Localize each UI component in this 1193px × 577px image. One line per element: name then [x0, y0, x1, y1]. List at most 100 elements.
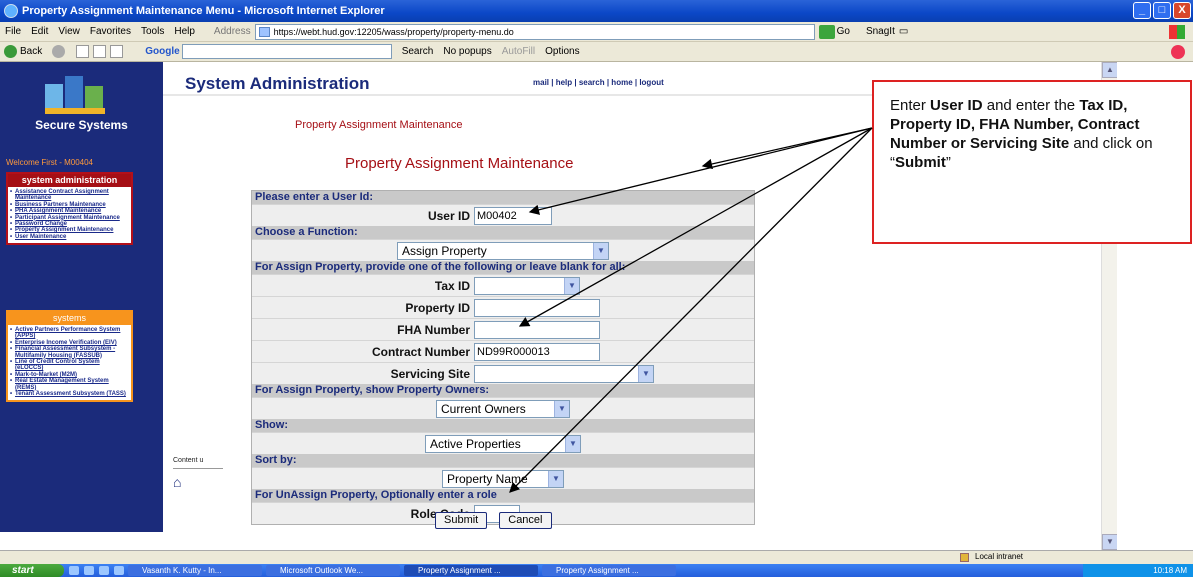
- quicklaunch-icon[interactable]: [99, 566, 109, 575]
- window-title: Property Assignment Maintenance Menu - M…: [22, 5, 385, 17]
- stop-icon[interactable]: [76, 45, 90, 58]
- menu-favorites[interactable]: Favorites: [85, 26, 136, 37]
- callout-text-4: ”: [945, 154, 951, 171]
- forward-button[interactable]: [48, 45, 68, 58]
- form-buttons: Submit Cancel: [435, 512, 552, 529]
- sidebar-item-assistance-contract[interactable]: Assistance Contract Assignment Maintenan…: [10, 189, 129, 202]
- toolbar-extension-icon[interactable]: [1171, 45, 1185, 59]
- taskbar-item-email[interactable]: Vasanth K. Kutty - In...: [128, 565, 262, 576]
- snagit-button[interactable]: SnagIt: [866, 26, 895, 37]
- contract-number-input[interactable]: ND99R000013: [474, 342, 600, 361]
- menu-edit[interactable]: Edit: [26, 26, 53, 37]
- servicing-site-select[interactable]: ▼: [474, 364, 654, 383]
- options-button[interactable]: Options: [545, 46, 579, 57]
- windows-logo-icon: [1169, 25, 1185, 39]
- address-input[interactable]: https://webt.hud.gov:12205/wass/property…: [254, 23, 815, 40]
- address-label: Address: [213, 26, 251, 37]
- snagit-window-icon[interactable]: ▭: [899, 26, 908, 37]
- top-links[interactable]: mail | help | search | home | logout: [533, 78, 664, 87]
- taskbar: start Vasanth K. Kutty - In... Microsoft…: [0, 564, 1193, 577]
- tax-id-label: Tax ID: [434, 278, 470, 293]
- menu-help[interactable]: Help: [169, 26, 200, 37]
- tax-id-select[interactable]: ▼: [474, 276, 580, 295]
- page-subtitle: Property Assignment Maintenance: [295, 119, 463, 131]
- taskbar-item-property-word[interactable]: Property Assignment ...: [542, 565, 676, 576]
- google-toolbar-label[interactable]: Google: [145, 46, 179, 57]
- home-icon[interactable]: [110, 45, 124, 58]
- sidebar-item-eloccs[interactable]: Line of Credit Control System (eLOCCS): [10, 359, 129, 372]
- chevron-down-icon[interactable]: ▼: [565, 435, 580, 452]
- chevron-down-icon[interactable]: ▼: [593, 242, 608, 259]
- maximize-button[interactable]: □: [1153, 2, 1171, 19]
- scroll-down-icon[interactable]: ▼: [1102, 534, 1118, 550]
- scroll-up-icon[interactable]: ▲: [1102, 62, 1118, 78]
- section-user-id: Please enter a User Id:: [252, 191, 754, 204]
- popup-blocker-button[interactable]: No popups: [443, 46, 491, 57]
- browser-toolbar: Back Google Search No popups AutoFill Op…: [0, 42, 1193, 62]
- show-row: Active Properties ▼: [252, 432, 754, 454]
- fha-number-label: FHA Number: [397, 322, 470, 337]
- section-assign-criteria: For Assign Property, provide one of the …: [252, 261, 754, 274]
- security-zone: Local intranet: [975, 552, 1024, 561]
- refresh-icon[interactable]: [93, 45, 107, 58]
- window-title-bar: Property Assignment Maintenance Menu - M…: [0, 0, 1193, 22]
- sort-row: Property Name ▼: [252, 467, 754, 489]
- function-select[interactable]: Assign Property ▼: [397, 241, 609, 260]
- function-row: Assign Property ▼: [252, 239, 754, 261]
- sort-select[interactable]: Property Name ▼: [442, 469, 564, 488]
- back-button[interactable]: Back: [0, 45, 42, 58]
- assignment-form: Please enter a User Id: User ID M00402 C…: [251, 190, 755, 525]
- chevron-down-icon[interactable]: ▼: [564, 277, 579, 294]
- taskbar-item-outlook[interactable]: Microsoft Outlook We...: [266, 565, 400, 576]
- start-button[interactable]: start: [0, 564, 64, 577]
- owners-value: Current Owners: [441, 401, 526, 416]
- google-search-input[interactable]: [181, 44, 392, 59]
- admin-menu-box: system administration Assistance Contrac…: [6, 172, 133, 246]
- sidebar-item-rems[interactable]: Real Estate Management System (REMS): [10, 378, 129, 391]
- servicing-site-label: Servicing Site: [390, 366, 470, 381]
- menu-view[interactable]: View: [53, 26, 85, 37]
- menu-address-bar: File Edit View Favorites Tools Help Addr…: [0, 22, 1193, 42]
- callout-bold-user-id: User ID: [930, 97, 983, 114]
- show-select[interactable]: Active Properties ▼: [425, 434, 581, 453]
- property-id-input[interactable]: [474, 298, 600, 317]
- cancel-button[interactable]: Cancel: [499, 512, 552, 529]
- brand-name: Secure Systems: [35, 118, 128, 132]
- quicklaunch-icon[interactable]: [114, 566, 124, 575]
- owners-select[interactable]: Current Owners ▼: [436, 399, 570, 418]
- taskbar-item-property-ie[interactable]: Property Assignment ...: [404, 565, 538, 576]
- quicklaunch-icon[interactable]: [84, 566, 94, 575]
- minimize-button[interactable]: _: [1133, 2, 1151, 19]
- forward-arrow-icon: [52, 45, 66, 58]
- sidebar-item-tass[interactable]: Tenant Assessment Subsystem (TASS): [10, 391, 129, 398]
- go-button[interactable]: Go: [837, 26, 850, 37]
- clock: 10:18 AM: [1153, 566, 1187, 575]
- fha-row: FHA Number: [252, 318, 754, 340]
- user-id-input[interactable]: M00402: [474, 206, 552, 225]
- sidebar-item-user-maintenance[interactable]: User Maintenance: [10, 234, 129, 241]
- page-title: Property Assignment Maintenance: [345, 155, 574, 172]
- google-search-button[interactable]: Search: [402, 46, 434, 57]
- contract-number-label: Contract Number: [371, 344, 470, 359]
- sidebar-item-fassub[interactable]: Financial Assessment Subsystem - Multifa…: [10, 346, 129, 359]
- callout-text-1: Enter: [890, 97, 931, 114]
- callout-bold-submit: Submit: [895, 154, 946, 171]
- go-icon[interactable]: [818, 24, 835, 39]
- menu-file[interactable]: File: [0, 26, 26, 37]
- menu-tools[interactable]: Tools: [136, 26, 169, 37]
- content-footer-text: Content u: [173, 457, 204, 464]
- autofill-button[interactable]: AutoFill: [502, 46, 535, 57]
- fha-number-input[interactable]: [474, 320, 600, 339]
- chevron-down-icon[interactable]: ▼: [554, 400, 569, 417]
- page-header-title: System Administration: [185, 74, 370, 93]
- chevron-down-icon[interactable]: ▼: [548, 470, 563, 487]
- quicklaunch-icon[interactable]: [69, 566, 79, 575]
- close-button[interactable]: X: [1173, 2, 1191, 19]
- user-id-label: User ID: [427, 208, 470, 223]
- sort-value: Property Name: [447, 471, 528, 486]
- address-url: https://webt.hud.gov:12205/wass/property…: [273, 26, 514, 37]
- chevron-down-icon[interactable]: ▼: [638, 365, 653, 382]
- sidebar-item-apps[interactable]: Active Partners Performance System (APPS…: [10, 327, 129, 340]
- submit-button[interactable]: Submit: [435, 512, 488, 529]
- welcome-text: Welcome First - M00404: [6, 158, 93, 167]
